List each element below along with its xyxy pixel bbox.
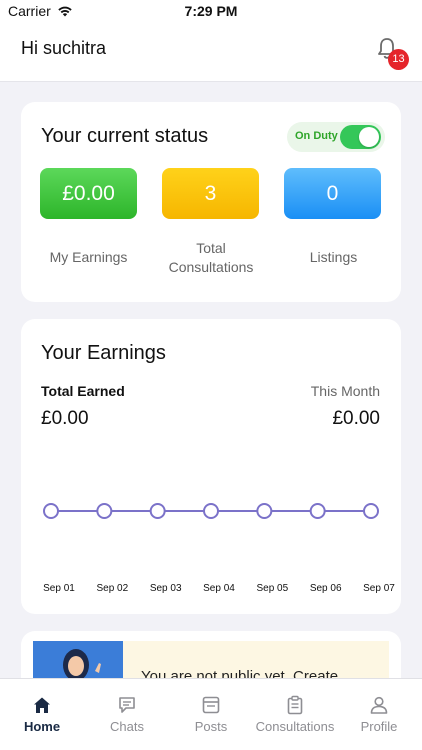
duty-toggle-container: On Duty	[287, 122, 385, 152]
earnings-point	[96, 503, 113, 519]
app-header: Hi suchitra 13	[0, 22, 422, 82]
tab-posts-label: Posts	[194, 719, 228, 734]
x-tick-label: Sep 06	[310, 583, 342, 594]
tab-home-label: Home	[23, 719, 61, 734]
tab-profile[interactable]: Profile	[350, 679, 408, 750]
earnings-point	[363, 503, 379, 519]
chat-icon	[119, 697, 135, 713]
listings-tile[interactable]: 0	[284, 168, 381, 219]
x-tick-label: Sep 05	[256, 583, 288, 594]
status-card-title: Your current status	[41, 125, 209, 147]
earnings-chart: Sep 01 Sep 02 Sep 03 Sep 04 Sep 05 Sep 06 Sep …	[43, 503, 395, 594]
x-tick-label: Sep 04	[203, 583, 235, 594]
clock: 7:29 PM	[184, 3, 238, 19]
duty-toggle[interactable]	[340, 125, 381, 149]
earnings-point	[203, 503, 219, 519]
earnings-point	[43, 503, 59, 519]
earnings-card: Your Earnings Total Earned This Month £0…	[21, 319, 401, 614]
tab-chats-label: Chats	[110, 719, 144, 734]
status-bar: Carrier 7:29 PM	[0, 0, 422, 22]
earnings-caption: My Earnings	[49, 249, 128, 265]
earnings-point	[309, 503, 326, 519]
greeting-text: Hi suchitra	[21, 38, 107, 58]
notification-badge: 13	[388, 49, 409, 70]
listings-caption: Listings	[309, 249, 358, 265]
consultations-caption: Total Consultations	[168, 240, 254, 275]
clipboard-icon	[287, 695, 303, 715]
duty-label: On Duty	[295, 130, 338, 142]
x-tick-label: Sep 01	[43, 583, 75, 594]
status-card: Your current status On Duty £0.00 3 0 My…	[21, 102, 401, 302]
posts-icon	[202, 696, 220, 714]
earnings-point	[256, 503, 273, 519]
x-tick-label: Sep 03	[150, 583, 182, 594]
earnings-point	[149, 503, 166, 519]
tab-profile-label: Profile	[360, 719, 398, 734]
tab-consultations[interactable]: Consultations	[252, 679, 338, 750]
tab-bar: Home Chats Posts Consultations Profile	[0, 678, 422, 750]
consultations-tile[interactable]: 3	[162, 168, 259, 219]
user-icon	[370, 696, 388, 714]
home-icon	[34, 697, 50, 713]
toggle-knob	[359, 127, 379, 147]
tab-posts[interactable]: Posts	[182, 679, 240, 750]
x-tick-label: Sep 02	[96, 583, 128, 594]
earnings-tile[interactable]: £0.00	[40, 168, 137, 219]
tab-consultations-label: Consultations	[255, 719, 335, 734]
tab-chats[interactable]: Chats	[98, 679, 156, 750]
tab-home[interactable]: Home	[12, 679, 72, 750]
x-tick-label: Sep 07	[363, 583, 395, 594]
